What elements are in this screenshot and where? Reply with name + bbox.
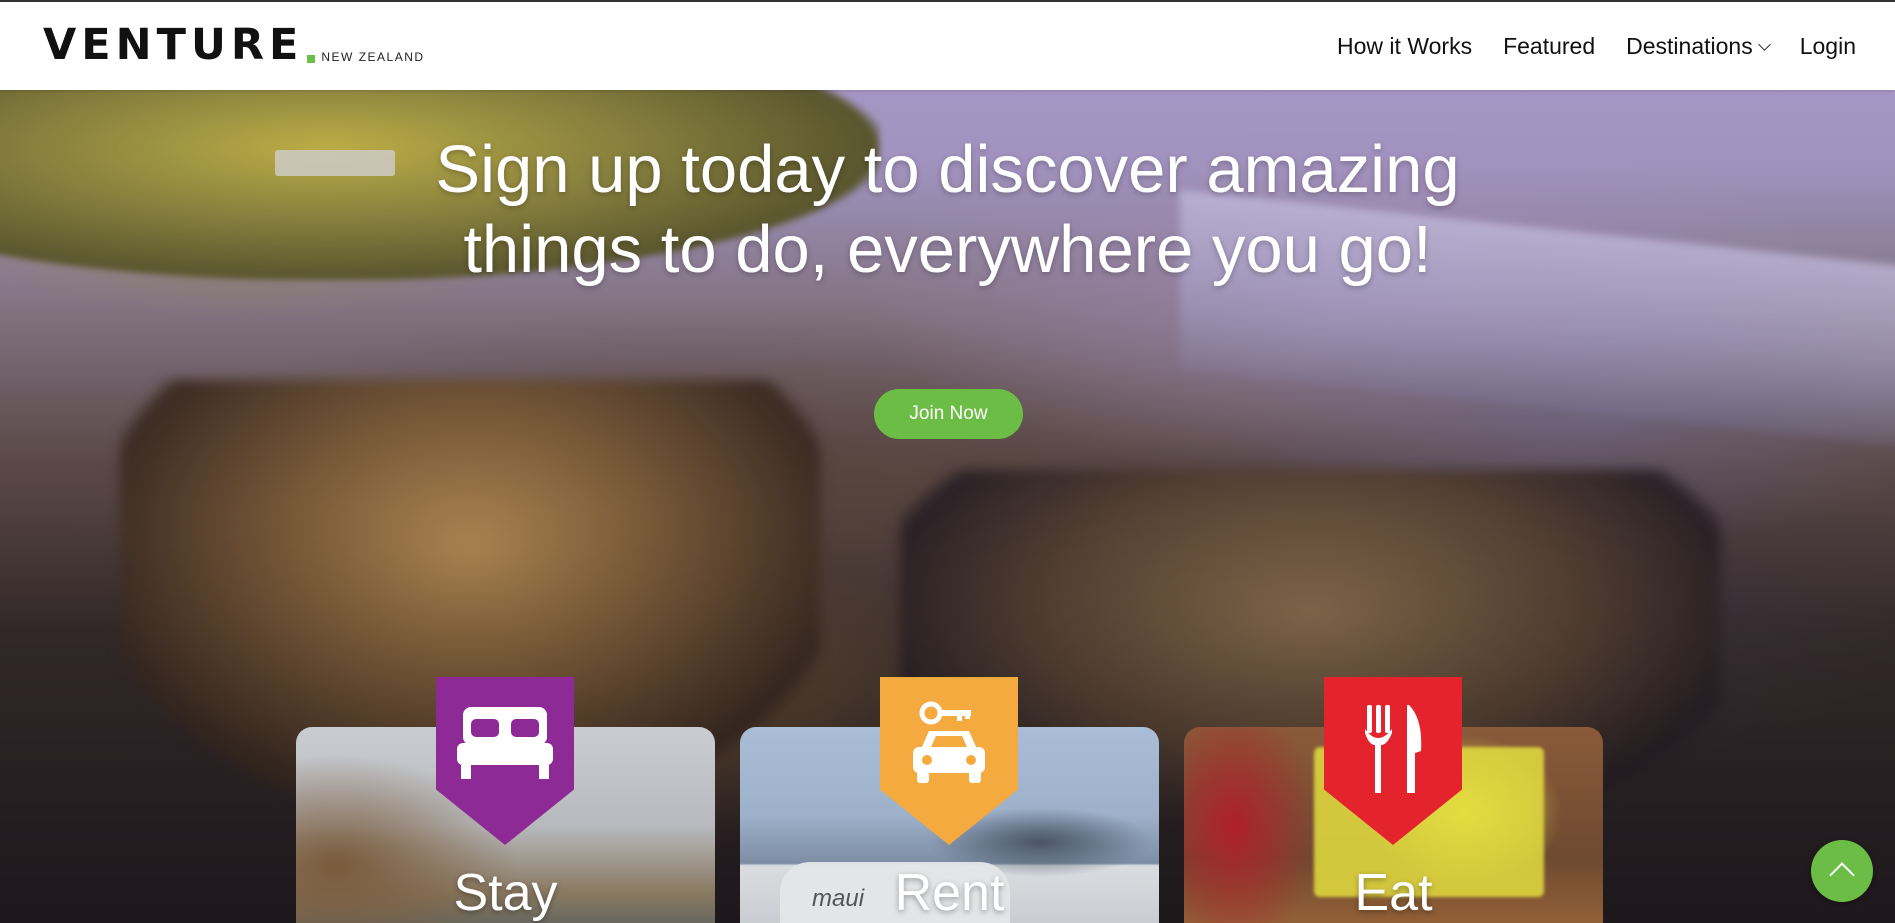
chevron-down-icon [1757,37,1771,51]
fork-knife-icon [1365,705,1422,793]
brand-region: NEW ZEALAND [321,50,425,64]
hero-headline-line-2: things to do, everywhere you go! [463,212,1432,287]
bed-icon [457,707,553,779]
brand-name: VENTURE [43,20,304,70]
scroll-to-top-button[interactable] [1811,840,1873,902]
nav-how-it-works[interactable]: How it Works [1337,33,1472,60]
hero-headline-line-1: Sign up today to discover amazing [435,132,1460,207]
category-title-eat: Eat [1354,864,1433,922]
site-header: VENTURE NEW ZEALAND How it Works Feature… [0,0,1895,90]
main-nav: How it Works Featured Destinations Login [1337,2,1856,90]
category-title-stay: Stay [453,864,558,922]
nav-featured[interactable]: Featured [1503,33,1595,60]
nav-destinations[interactable]: Destinations [1626,32,1771,60]
nav-destinations-label: Destinations [1626,32,1753,59]
join-now-button[interactable]: Join Now [874,389,1023,439]
category-title-rent: Rent [894,864,1005,922]
nav-login[interactable]: Login [1800,33,1856,60]
car-key-icon [913,701,985,783]
chevron-up-icon [1829,862,1855,888]
brand-dot [307,55,316,63]
hero-headline: Sign up today to discover amazing things… [0,130,1895,290]
brand-logo[interactable]: VENTURE NEW ZEALAND [43,20,425,70]
